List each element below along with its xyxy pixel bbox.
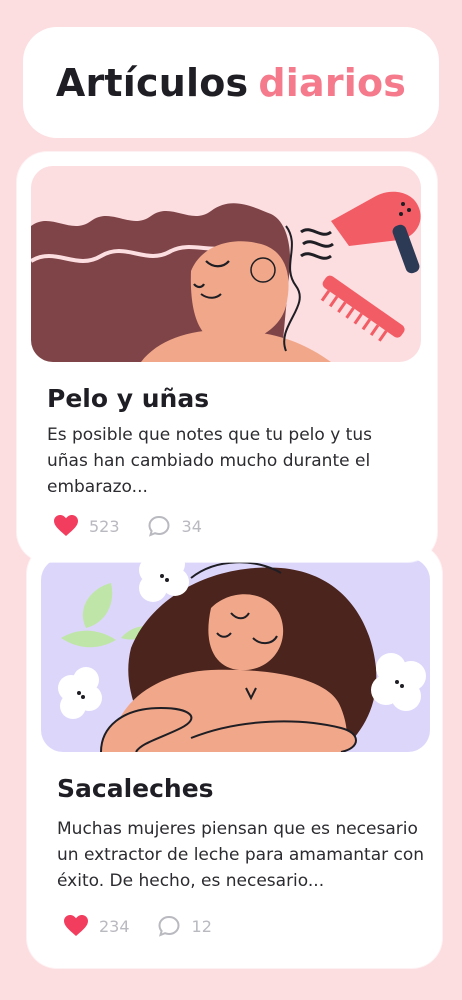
page-title: Artículos diarios [56, 61, 406, 105]
article-illustration-breast-pump [41, 558, 430, 752]
comment-count: 34 [181, 516, 202, 536]
heart-icon [63, 914, 89, 938]
article-description: Muchas mujeres piensan que es necesario … [57, 819, 425, 891]
comment-icon [156, 914, 182, 938]
article-illustration-hair [31, 166, 421, 362]
like-button[interactable]: 234 [63, 914, 130, 938]
article-title[interactable]: Sacaleches [57, 774, 214, 803]
article-title[interactable]: Pelo y uñas [47, 384, 209, 413]
article-card-breast-pump[interactable]: Sacaleches Muchas mujeres piensan que es… [27, 544, 442, 968]
page-title-main: Artículos [55, 60, 249, 105]
heart-icon [53, 514, 79, 538]
comment-button[interactable]: 34 [146, 514, 202, 538]
like-button[interactable]: 523 [53, 514, 120, 538]
article-stats: 234 12 [63, 914, 212, 938]
article-card-hair-nails[interactable]: Pelo y uñas Es posible que notes que tu … [17, 152, 437, 562]
woman-hair-dryer-illustration [31, 191, 421, 362]
comment-count: 12 [191, 916, 212, 936]
like-count: 234 [99, 916, 130, 936]
page-title-accent: diarios [258, 60, 407, 105]
comment-button[interactable]: 12 [156, 914, 212, 938]
like-count: 523 [89, 516, 120, 536]
article-stats: 523 34 [53, 514, 202, 538]
article-description: Es posible que notes que tu pelo y tus u… [47, 425, 372, 497]
page-header: Artículos diarios [23, 27, 439, 138]
comment-icon [146, 514, 172, 538]
woman-embrace-illustration [58, 558, 426, 752]
